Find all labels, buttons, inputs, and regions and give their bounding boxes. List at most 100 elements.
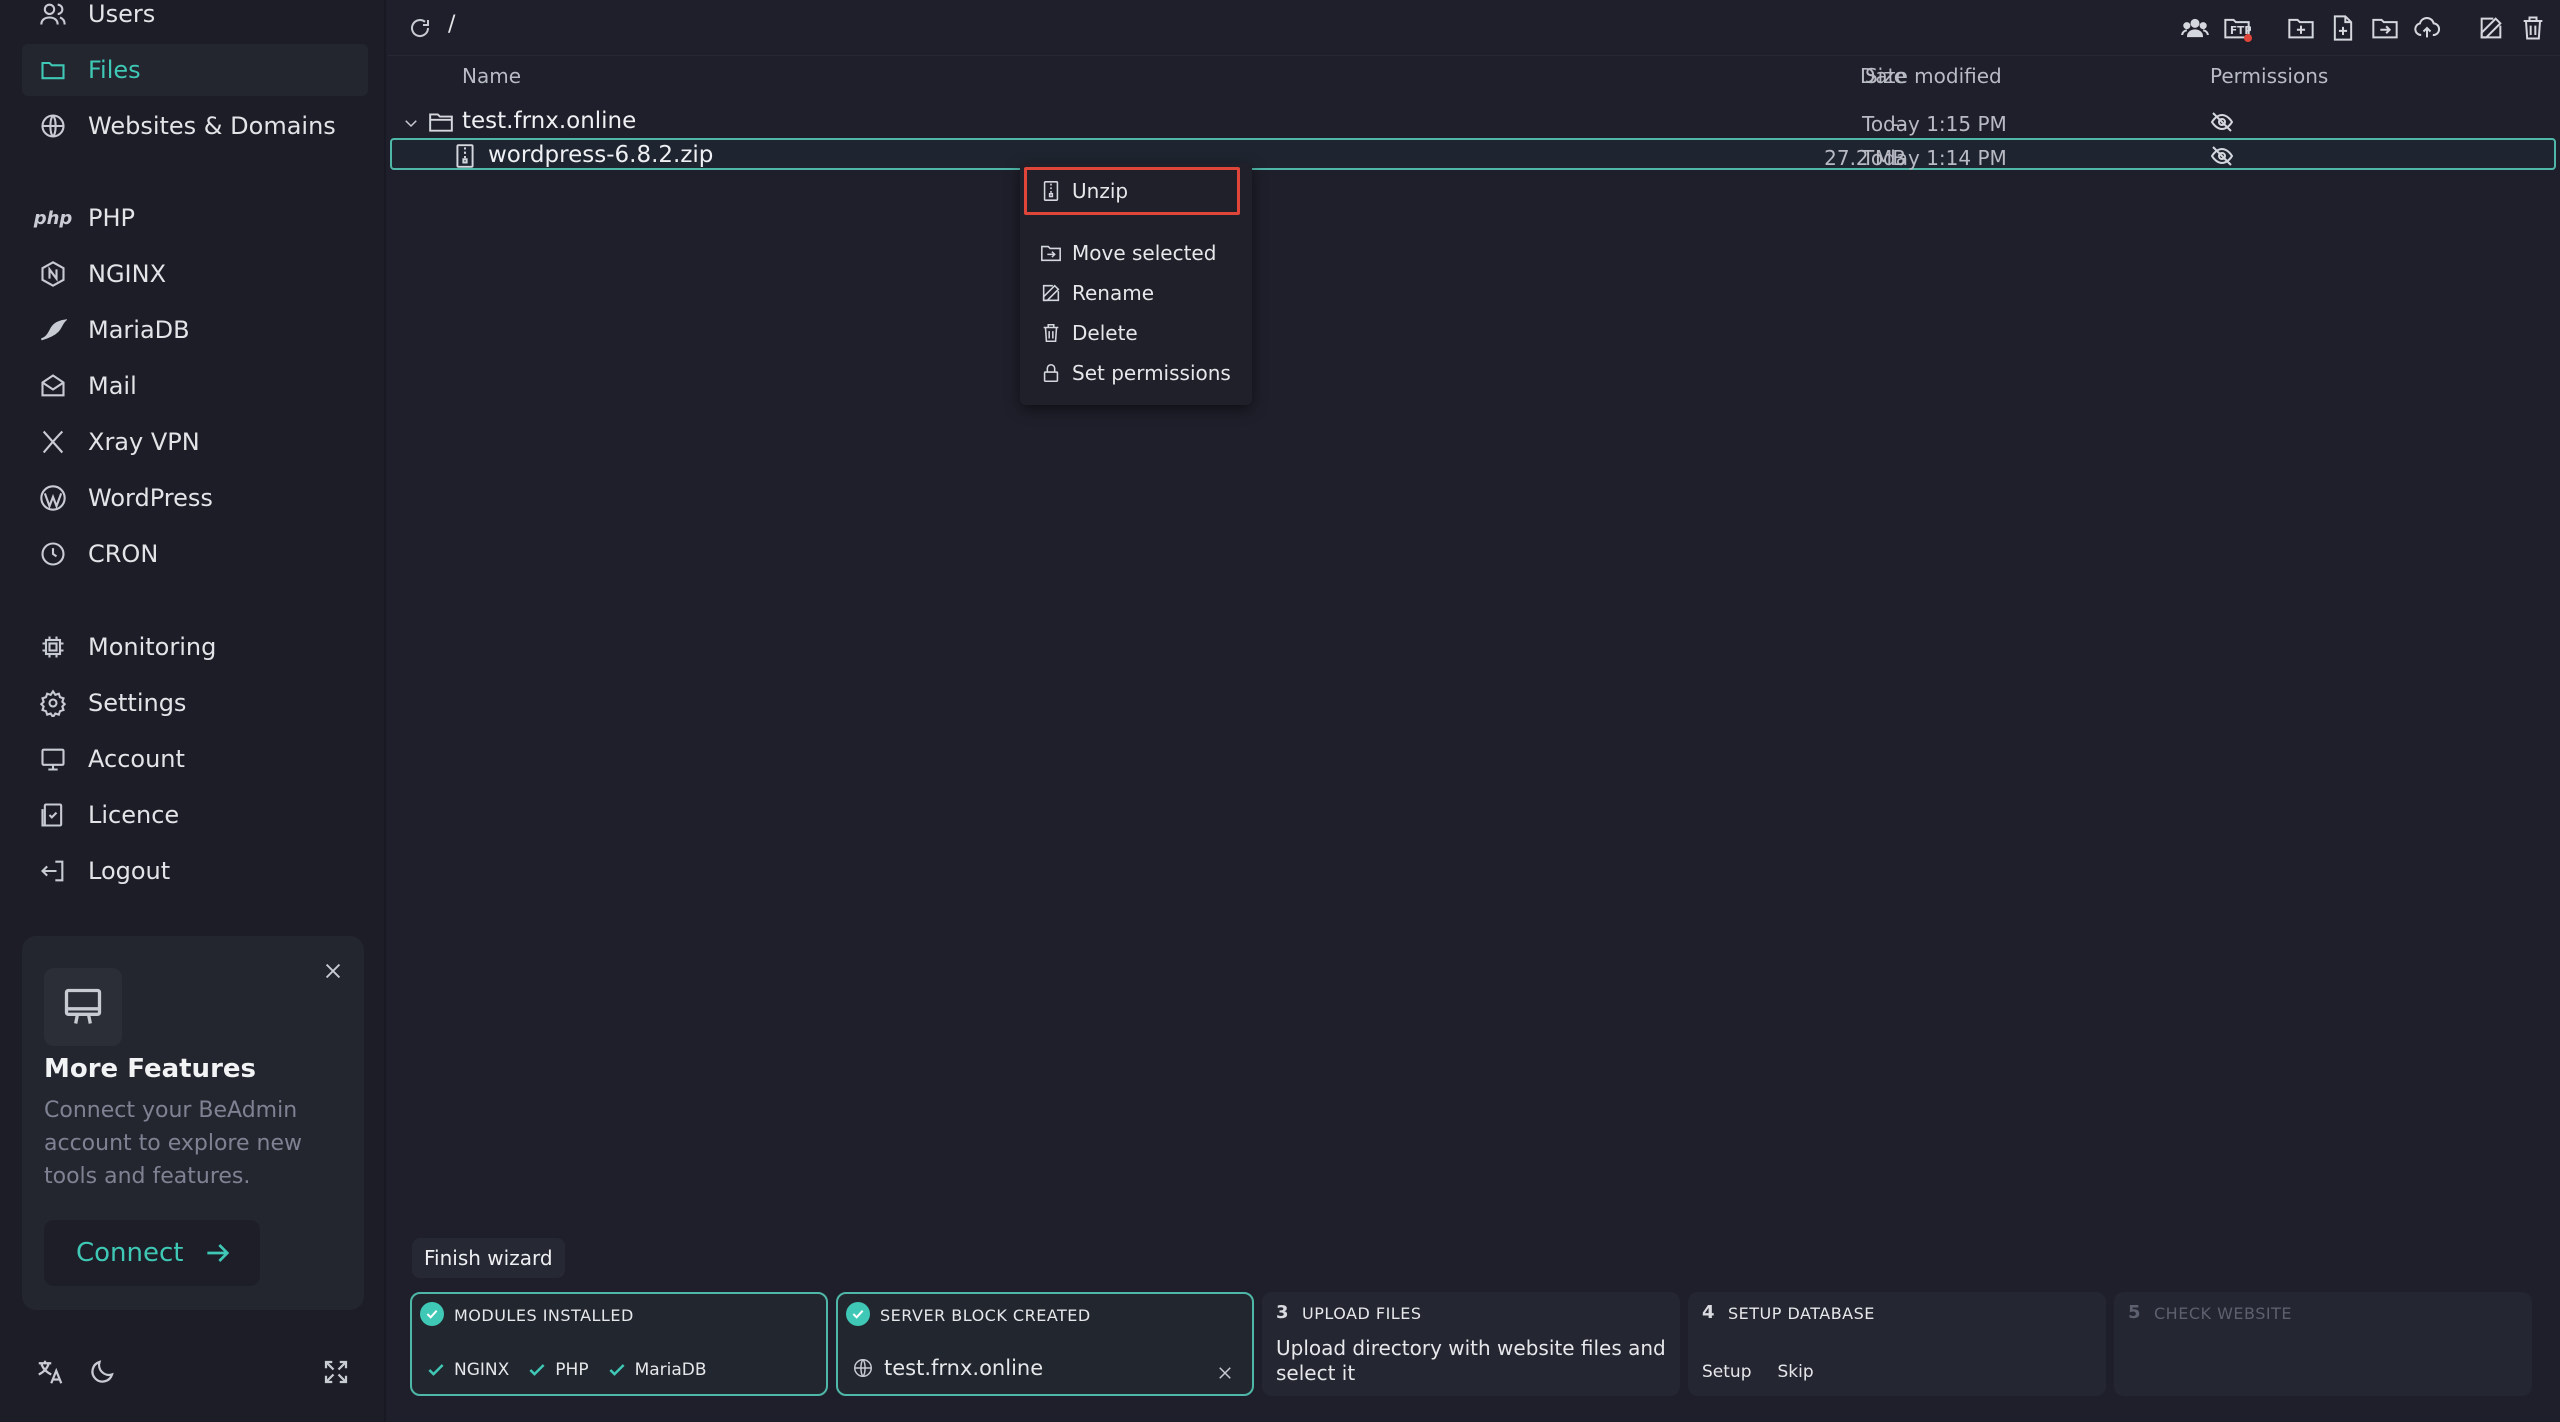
users-icon xyxy=(38,0,68,29)
sidebar-item-nginx[interactable]: NGINX xyxy=(22,248,368,300)
sidebar-item-wordpress[interactable]: WordPress xyxy=(22,472,368,524)
table-row[interactable]: wordpress-6.8.2.zip 27.2 MB Today 1:14 P… xyxy=(390,138,2556,170)
step-title: SETUP DATABASE xyxy=(1728,1304,1875,1323)
sidebar-item-label: NGINX xyxy=(88,260,167,288)
file-date: Today 1:14 PM xyxy=(1862,146,2007,170)
sidebar-item-label: Xray VPN xyxy=(88,428,200,456)
wizard-step-setup-database: 4 SETUP DATABASE Setup Skip xyxy=(1688,1292,2106,1396)
column-header-name[interactable]: Name xyxy=(462,64,521,88)
close-icon[interactable] xyxy=(318,956,348,986)
sidebar-bottom-bar xyxy=(30,1352,356,1392)
globe-icon xyxy=(38,111,68,141)
menu-item-unzip[interactable]: Unzip xyxy=(1040,175,1128,207)
users-permissions-icon[interactable] xyxy=(2178,10,2212,46)
wizard-step-modules: MODULES INSTALLED NGINX PHP MariaDB xyxy=(410,1292,828,1396)
step-title: SERVER BLOCK CREATED xyxy=(880,1306,1091,1325)
moon-icon[interactable] xyxy=(82,1352,122,1392)
menu-item-delete[interactable]: Delete xyxy=(1040,317,1138,349)
new-folder-icon[interactable] xyxy=(2284,10,2318,46)
menu-item-move-selected[interactable]: Move selected xyxy=(1040,237,1216,269)
skip-button[interactable]: Skip xyxy=(1777,1362,1813,1382)
ftp-icon[interactable]: FTP xyxy=(2220,10,2254,46)
step-title: CHECK WEBSITE xyxy=(2154,1304,2292,1323)
eye-off-icon[interactable] xyxy=(2210,110,2236,136)
monitor-icon xyxy=(38,744,68,774)
sidebar-item-licence[interactable]: Licence xyxy=(22,789,368,841)
sidebar-item-label: Settings xyxy=(88,689,187,717)
context-menu: Unzip Move selected Rename Delete Set pe… xyxy=(1020,163,1252,405)
zip-file-icon xyxy=(1043,181,1059,201)
sidebar-item-label: Monitoring xyxy=(88,633,217,661)
current-path: / xyxy=(448,12,456,37)
sidebar-item-label: Mail xyxy=(88,372,137,400)
sidebar-item-label: Files xyxy=(88,56,141,84)
finish-wizard-button[interactable]: Finish wizard xyxy=(412,1238,565,1278)
sidebar-item-cron[interactable]: CRON xyxy=(22,528,368,580)
step-description: Upload directory with website files and … xyxy=(1276,1336,1666,1385)
sidebar-item-xray-vpn[interactable]: Xray VPN xyxy=(22,416,368,468)
file-name: test.frnx.online xyxy=(462,108,637,134)
step-number: 4 xyxy=(1702,1302,1715,1323)
wizard-step-upload-files[interactable]: 3 UPLOAD FILES Upload directory with web… xyxy=(1262,1292,1680,1396)
lock-icon xyxy=(1043,363,1059,383)
gear-icon xyxy=(38,688,68,718)
sidebar-item-label: Licence xyxy=(88,801,180,829)
column-header-permissions[interactable]: Permissions xyxy=(2210,64,2328,88)
menu-item-rename[interactable]: Rename xyxy=(1040,277,1154,309)
sidebar-item-account[interactable]: Account xyxy=(22,733,368,785)
main-panel: / FTP Name Size Date modified Permission… xyxy=(388,0,2560,1422)
folder-icon xyxy=(38,55,68,85)
move-to-folder-icon[interactable] xyxy=(2368,10,2402,46)
sidebar-item-mail[interactable]: Mail xyxy=(22,360,368,412)
file-date: Today 1:15 PM xyxy=(1862,112,2007,136)
sidebar-item-mariadb[interactable]: MariaDB xyxy=(22,304,368,356)
promo-title: More Features xyxy=(44,1054,256,1084)
globe-icon xyxy=(854,1359,872,1377)
edit-icon xyxy=(1042,284,1060,302)
nginx-icon xyxy=(38,259,68,289)
clock-icon xyxy=(38,539,68,569)
sidebar-item-php[interactable]: php PHP xyxy=(22,192,368,244)
chevron-down-icon[interactable] xyxy=(402,112,420,130)
move-to-folder-icon xyxy=(1041,245,1061,262)
monitor-icon xyxy=(44,968,122,1046)
check-icon xyxy=(609,1364,625,1376)
connect-button[interactable]: Connect xyxy=(44,1220,260,1286)
sidebar-item-websites[interactable]: Websites & Domains xyxy=(22,100,368,152)
close-icon[interactable] xyxy=(1216,1364,1236,1384)
check-icon xyxy=(420,1302,444,1326)
cpu-icon xyxy=(38,632,68,662)
wizard-step-check-website: 5 CHECK WEBSITE xyxy=(2114,1292,2532,1396)
step-number: 3 xyxy=(1276,1302,1289,1323)
module-tag-nginx: NGINX xyxy=(426,1360,509,1380)
sidebar-item-logout[interactable]: Logout xyxy=(22,845,368,897)
fullscreen-icon[interactable] xyxy=(316,1352,356,1392)
check-icon xyxy=(529,1364,545,1376)
trash-icon[interactable] xyxy=(2516,10,2550,46)
translate-icon[interactable] xyxy=(30,1352,70,1392)
sidebar-item-files[interactable]: Files xyxy=(22,44,368,96)
zip-file-icon xyxy=(450,142,480,170)
sidebar-item-label: Account xyxy=(88,745,185,773)
step-title: MODULES INSTALLED xyxy=(454,1306,634,1325)
menu-item-set-permissions[interactable]: Set permissions xyxy=(1040,357,1231,389)
table-row[interactable]: test.frnx.online -- Today 1:15 PM xyxy=(390,106,2556,138)
check-icon xyxy=(846,1302,870,1326)
module-tag-php: PHP xyxy=(527,1360,589,1380)
promo-card: More Features Connect your BeAdmin accou… xyxy=(22,936,364,1310)
sidebar-item-label: MariaDB xyxy=(88,316,190,344)
upload-icon[interactable] xyxy=(2410,10,2444,46)
new-file-icon[interactable] xyxy=(2326,10,2360,46)
sidebar-item-monitoring[interactable]: Monitoring xyxy=(22,621,368,673)
eye-off-icon[interactable] xyxy=(2210,144,2236,170)
sidebar-item-settings[interactable]: Settings xyxy=(22,677,368,729)
arrow-right-icon xyxy=(206,1244,229,1262)
toolbar-actions: FTP xyxy=(2178,10,2550,46)
column-header-date[interactable]: Date modified xyxy=(1860,64,2002,88)
promo-description: Connect your BeAdmin account to explore … xyxy=(44,1098,302,1189)
server-block-domain: test.frnx.online xyxy=(852,1356,1043,1380)
refresh-icon[interactable] xyxy=(404,12,436,44)
edit-icon[interactable] xyxy=(2474,10,2508,46)
setup-button[interactable]: Setup xyxy=(1702,1362,1751,1382)
sidebar-item-users[interactable]: Users xyxy=(22,0,368,40)
